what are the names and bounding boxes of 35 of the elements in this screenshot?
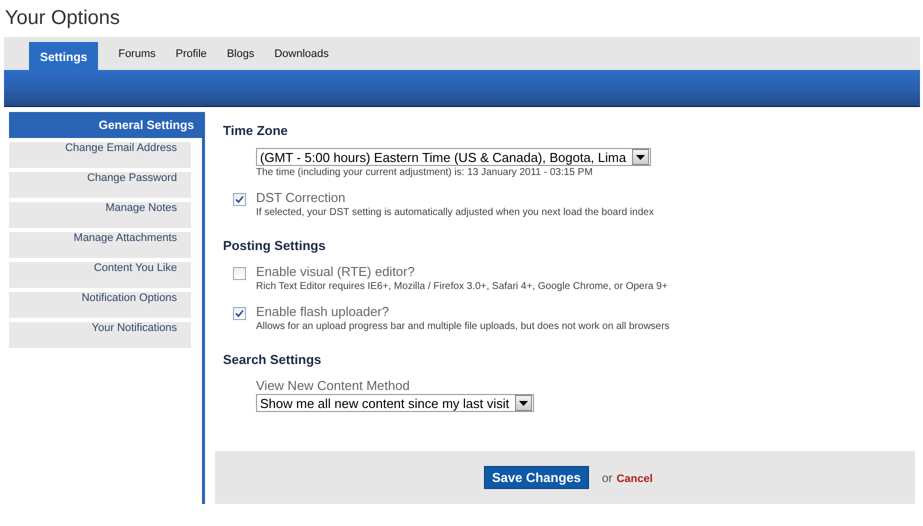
checkbox[interactable] bbox=[233, 267, 246, 280]
sidebar-item[interactable]: Change Email Address bbox=[9, 142, 191, 168]
sidebar-item[interactable]: Manage Attachments bbox=[9, 232, 191, 258]
nav-tab[interactable]: Profile bbox=[166, 42, 217, 70]
select-field[interactable]: (GMT - 5:00 hours) Eastern Time (US & Canada), Bogota, Lima bbox=[256, 148, 652, 166]
section-heading: Search Settings bbox=[223, 351, 322, 369]
hint-text: If selected, your DST setting is automatically adjusted when you next load the board index bbox=[256, 206, 654, 219]
nav-tab[interactable]: Downloads bbox=[264, 42, 339, 70]
section-heading: Time Zone bbox=[223, 122, 289, 140]
checkbox[interactable] bbox=[233, 307, 246, 320]
page-title: Your Options bbox=[4, 6, 121, 29]
section-heading: Posting Settings bbox=[223, 237, 327, 255]
sidebar-header: General Settings bbox=[9, 112, 202, 138]
checkbox-label: Enable flash uploader? bbox=[256, 303, 389, 320]
checkbox-label: Enable visual (RTE) editor? bbox=[256, 263, 415, 280]
or-text: or bbox=[602, 470, 613, 484]
nav-tab[interactable]: Forums bbox=[108, 42, 166, 70]
hint-text: Rich Text Editor requires IE6+, Mozilla / Firefox 3.0+, Safari 4+, Google Chrome, or Opera 9+ bbox=[256, 280, 668, 293]
sidebar-item[interactable]: Your Notifications bbox=[9, 322, 191, 348]
nav-tab[interactable]: Settings bbox=[29, 42, 98, 70]
sidebar-item[interactable]: Content You Like bbox=[9, 262, 191, 288]
hint-text: Allows for an upload progress bar and multiple file uploads, but does not work on all browsers bbox=[256, 320, 670, 333]
caret-icon bbox=[632, 149, 650, 165]
hint-text: The time (including your current adjustment) is: 13 January 2011 - 03:15 PM bbox=[256, 166, 593, 179]
sidebar-item[interactable]: Manage Notes bbox=[9, 202, 191, 228]
cancel-link[interactable]: Cancel bbox=[616, 472, 653, 484]
sidebar-item[interactable]: Notification Options bbox=[9, 292, 191, 318]
nav-tab[interactable]: Blogs bbox=[216, 42, 264, 70]
checkbox[interactable] bbox=[233, 193, 246, 206]
field-label: View New Content Method bbox=[256, 377, 410, 394]
select-field[interactable]: Show me all new content since my last visit bbox=[256, 394, 534, 412]
checkbox-label: DST Correction bbox=[256, 189, 346, 206]
sidebar-item[interactable]: Change Password bbox=[9, 172, 191, 198]
save-button[interactable]: Save Changes bbox=[484, 466, 589, 489]
caret-icon bbox=[515, 395, 532, 411]
